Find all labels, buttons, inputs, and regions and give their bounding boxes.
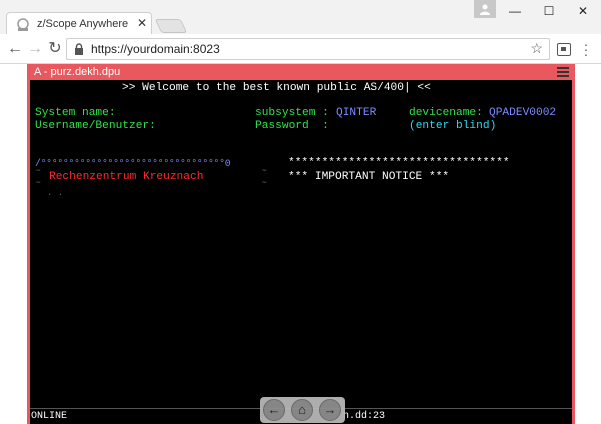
zscope-favicon-icon bbox=[17, 18, 29, 31]
dots-line: . . bbox=[47, 188, 64, 198]
org-name: Rechenzentrum Kreuznach bbox=[49, 171, 204, 183]
tab-title: z/Scope Anywhere bbox=[37, 18, 129, 30]
nav-forward-icon[interactable]: → bbox=[319, 399, 341, 421]
extension-icon[interactable] bbox=[557, 43, 571, 56]
close-window-button[interactable]: ✕ bbox=[566, 0, 600, 22]
profile-button[interactable] bbox=[474, 0, 496, 18]
terminal-title: A - purz.dekh.dpu bbox=[34, 66, 121, 78]
hamburger-menu-icon[interactable] bbox=[557, 67, 569, 79]
status-session: h.dd:23 bbox=[343, 411, 386, 422]
devicename-label: devicename: bbox=[409, 107, 483, 119]
terminal-window: A - purz.dekh.dpu >> Welcome to the best… bbox=[27, 64, 575, 424]
devicename-value: QPADEV0002 bbox=[489, 107, 557, 119]
username-label: Username/Benutzer: bbox=[35, 120, 156, 132]
nav-back-icon[interactable]: ← bbox=[263, 399, 285, 421]
box-right-edge-2: ˜ bbox=[261, 181, 268, 193]
notice-box-top: /°°°°°°°°°°°°°°°°°°°°°°°°°°°°°°°°°0 bbox=[35, 158, 231, 169]
subsystem-value: QINTER bbox=[336, 107, 377, 119]
browser-toolbar: ← → ↻ https://yourdomain:8023 ☆ · · · bbox=[0, 34, 601, 64]
status-online: ONLINE bbox=[31, 411, 68, 422]
system-name-label: System name: bbox=[35, 107, 116, 119]
lock-icon bbox=[75, 43, 83, 55]
nav-home-icon[interactable]: ⌂ bbox=[291, 399, 313, 421]
browser-tab[interactable]: z/Scope Anywhere ✕ bbox=[6, 12, 152, 35]
url-text: https://yourdomain:8023 bbox=[91, 42, 220, 56]
forward-icon[interactable]: → bbox=[25, 39, 45, 59]
floating-navpad: ← ⌂ → bbox=[260, 397, 345, 423]
terminal-screen[interactable]: >> Welcome to the best known public AS/4… bbox=[30, 80, 572, 424]
browser-titlebar: z/Scope Anywhere ✕ — ☐ ✕ bbox=[0, 0, 601, 35]
reload-icon[interactable]: ↻ bbox=[45, 39, 65, 59]
back-icon[interactable]: ← bbox=[5, 39, 25, 59]
subsystem-label: subsystem : bbox=[255, 107, 329, 119]
box-left-edge-2: ˜ bbox=[35, 181, 42, 193]
password-label: Password : bbox=[255, 120, 329, 132]
browser-menu-icon[interactable]: · · · bbox=[582, 37, 590, 61]
user-icon bbox=[480, 4, 490, 15]
password-hint: (enter blind) bbox=[409, 120, 497, 132]
maximize-button[interactable]: ☐ bbox=[532, 0, 566, 22]
new-tab-button[interactable] bbox=[154, 19, 188, 33]
stars-line: ********************************* bbox=[288, 157, 510, 169]
important-notice: *** IMPORTANT NOTICE *** bbox=[288, 171, 450, 183]
minimize-button[interactable]: — bbox=[498, 0, 532, 22]
address-bar[interactable]: https://yourdomain:8023 ☆ bbox=[66, 38, 550, 60]
bookmark-star-icon[interactable]: ☆ bbox=[530, 40, 543, 57]
terminal-header: A - purz.dekh.dpu bbox=[27, 64, 575, 80]
tab-close-icon[interactable]: ✕ bbox=[137, 16, 147, 30]
welcome-line: >> Welcome to the best known public AS/4… bbox=[122, 82, 431, 94]
